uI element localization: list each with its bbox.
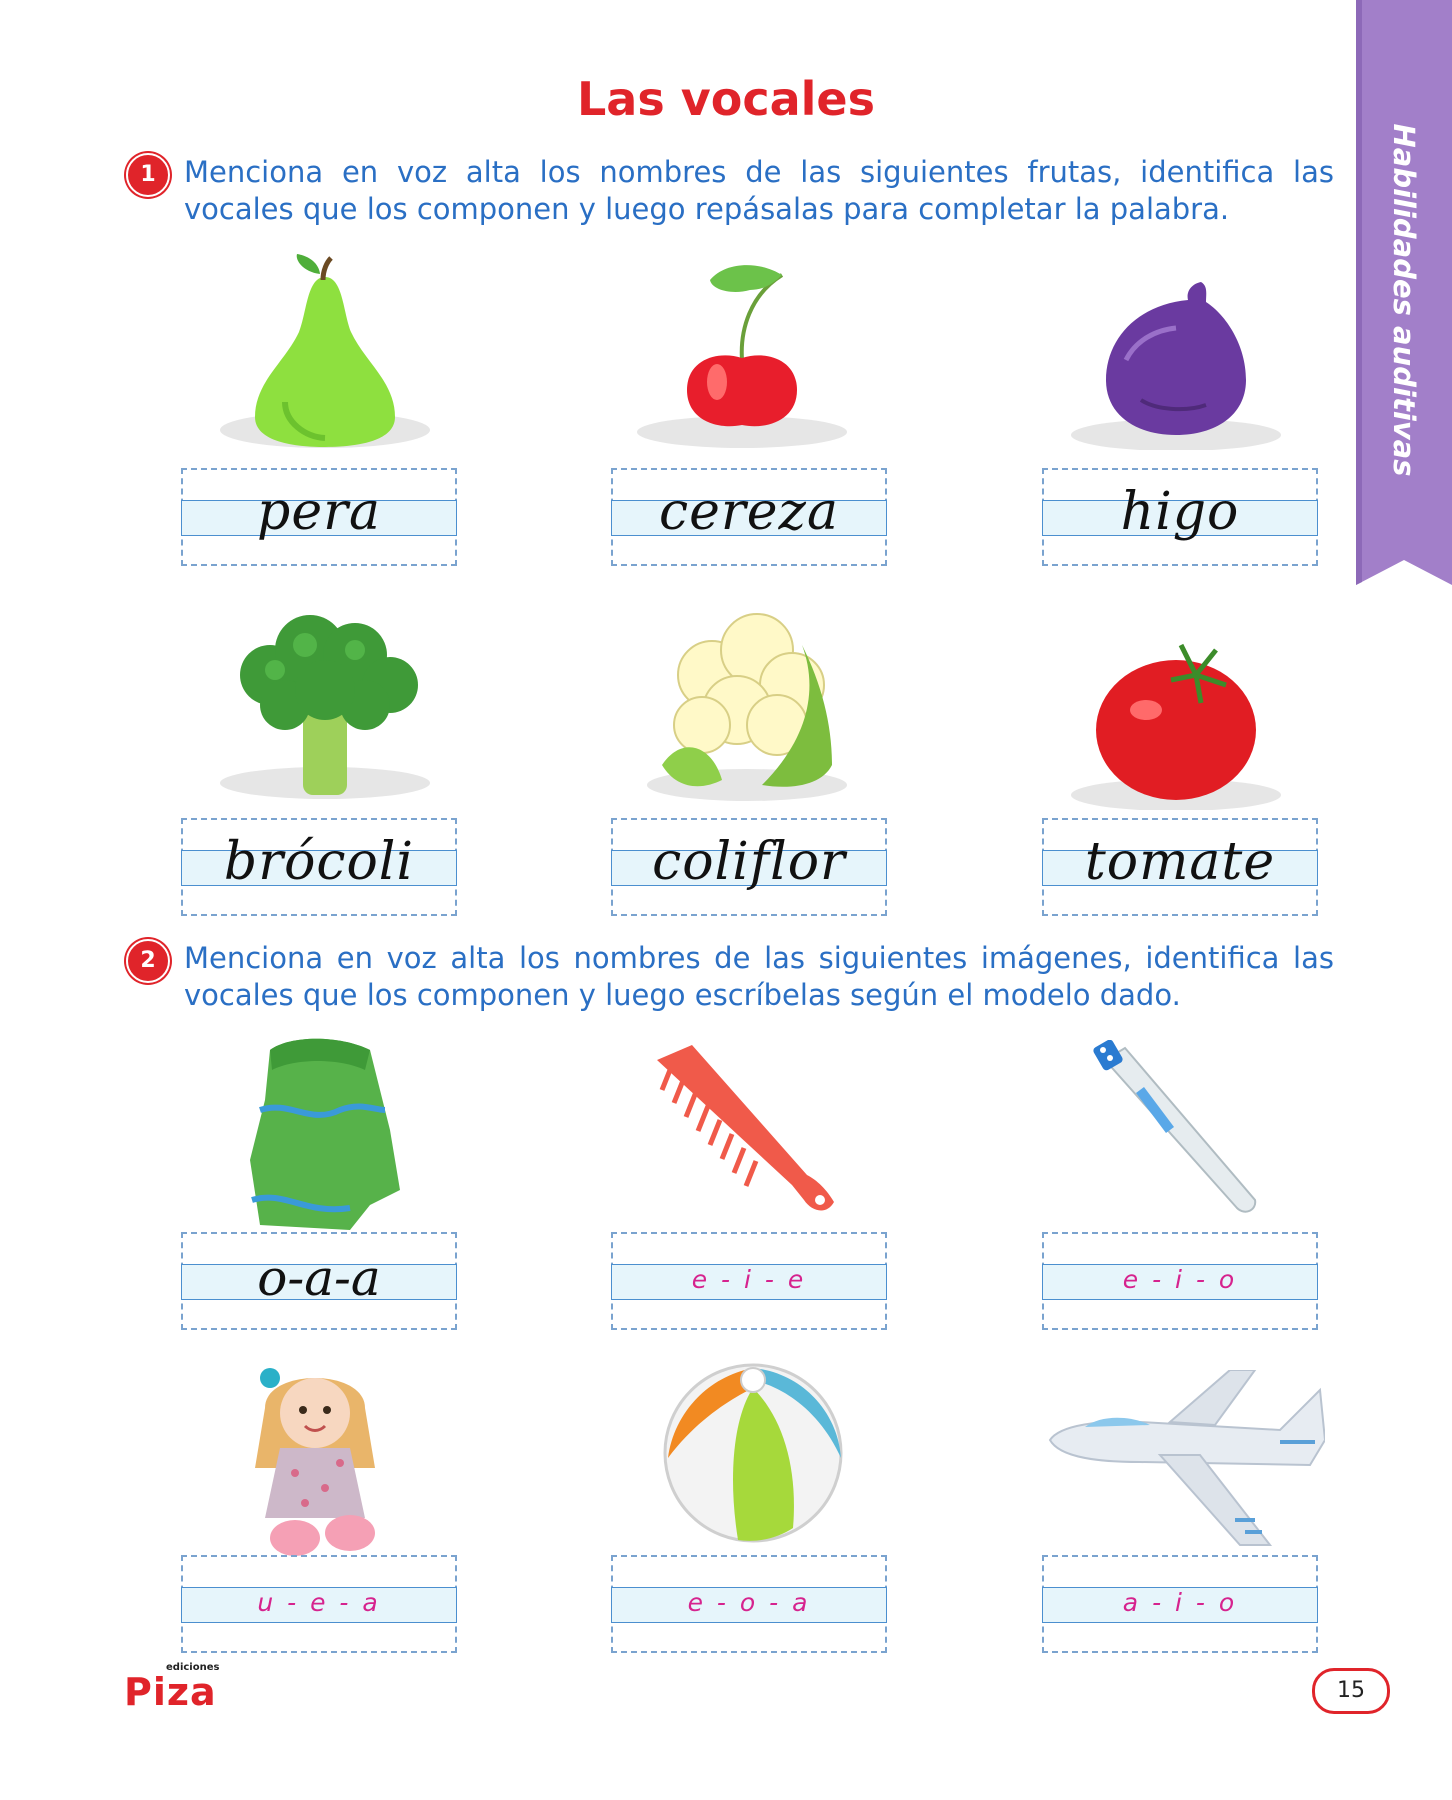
exercise-1-number: 1 [126,153,170,197]
word-higo: higo [1120,482,1240,542]
exercise-2-number: 2 [126,939,170,983]
answer-box-comb[interactable]: e - i - e [611,1232,887,1330]
comb-picture [657,1045,834,1211]
answer-box-toothbrush[interactable]: e - i - o [1042,1232,1318,1330]
answer-ball: e - o - a [687,1588,811,1617]
toothbrush-picture [1093,1040,1257,1213]
answer-comb: e - i - e [691,1265,807,1294]
pear-picture [220,254,430,448]
word-box-tomate: tomate [1042,818,1318,916]
word-cereza: cereza [659,482,839,542]
side-tab-label: Habilidades auditivas [1387,123,1421,477]
broccoli-picture [220,615,430,799]
beach-ball-picture [663,1363,843,1543]
towel-picture [250,1038,400,1230]
word-tomate: tomate [1084,832,1276,892]
word-box-higo: higo [1042,468,1318,566]
exercise-2-line-1: Menciona en voz alta los nombres de las … [184,941,1334,975]
page-title: Las vocales [577,72,875,126]
word-box-brocoli: brócoli [181,818,457,916]
exercise-2-instruction: Menciona en voz alta los nombres de las … [184,940,1334,1014]
answer-box-doll[interactable]: u - e - a [181,1555,457,1653]
cherry-picture [637,265,847,448]
word-box-cereza: cereza [611,468,887,566]
page-number: 15 [1312,1668,1390,1714]
word-coliflor: coliflor [652,832,846,892]
airplane-picture [1048,1370,1325,1546]
exercise-2-line-2: vocales que los componen y luego escríbe… [184,978,1181,1012]
answer-box-airplane[interactable]: a - i - o [1042,1555,1318,1653]
exercise-1-instruction: Menciona en voz alta los nombres de las … [184,154,1334,228]
exercise-1-line-2: vocales que los componen y luego repásal… [184,192,1230,226]
answer-toothbrush: e - i - o [1122,1265,1238,1294]
cauliflower-picture [647,613,847,801]
doll-picture [255,1368,375,1556]
tomato-picture [1071,643,1281,810]
answer-airplane: a - i - o [1122,1588,1238,1617]
word-box-pera: pera [181,468,457,566]
answer-doll: u - e - a [257,1588,381,1617]
word-box-coliflor: coliflor [611,818,887,916]
answer-box-towel: o-a-a [181,1232,457,1330]
word-pera: pera [257,482,381,542]
answer-box-ball[interactable]: e - o - a [611,1555,887,1653]
word-brocoli: brócoli [223,832,415,892]
fig-picture [1071,282,1281,450]
model-answer: o-a-a [257,1249,381,1307]
exercise-1-line-1: Menciona en voz alta los nombres de las … [184,155,1334,189]
